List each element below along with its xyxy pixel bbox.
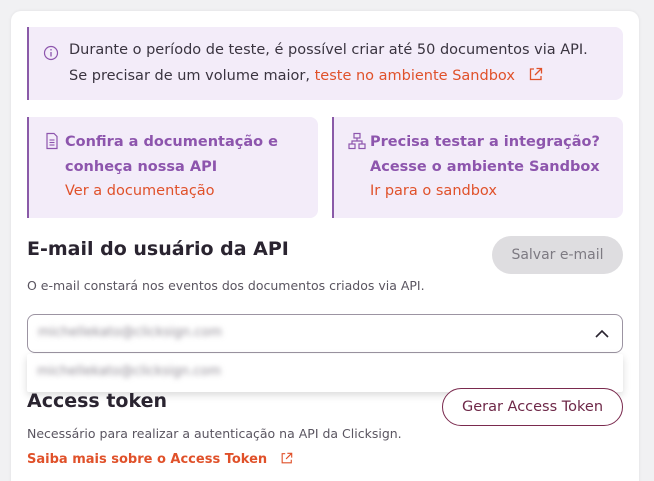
alert-text-line1: Durante o período de teste, é possível c… — [69, 42, 588, 58]
save-email-button[interactable]: Salvar e-mail — [492, 236, 623, 274]
chevron-up-icon[interactable] — [594, 326, 610, 342]
hierarchy-icon — [348, 132, 366, 150]
sandbox-tile: Precisa testar a integração? Acesse o am… — [332, 117, 623, 218]
learn-more-access-token-link[interactable]: Saiba mais sobre o Access Token — [27, 452, 267, 467]
documentation-tile-title: Confira a documentação e conheça nossa A… — [65, 134, 278, 175]
alert-text-line2: Se precisar de um volume maior, teste no… — [69, 67, 543, 84]
api-user-email-description: O e-mail constará nos eventos dos docume… — [27, 278, 425, 293]
access-token-title: Access token — [27, 390, 168, 412]
go-to-sandbox-link[interactable]: Ir para o sandbox — [370, 183, 497, 199]
external-link-icon[interactable] — [280, 452, 293, 465]
alert-text-prefix: Se precisar de um volume maior, — [69, 68, 310, 84]
email-dropdown-list: michellekato@clicksign.com — [27, 354, 623, 392]
access-token-description: Necessário para realizar a autenticação … — [27, 426, 402, 441]
email-option[interactable]: michellekato@clicksign.com — [37, 364, 221, 379]
documentation-tile: Confira a documentação e conheça nossa A… — [27, 117, 318, 218]
sandbox-tile-title: Precisa testar a integração? Acesse o am… — [370, 134, 600, 175]
sandbox-test-link[interactable]: teste no ambiente Sandbox — [315, 68, 515, 84]
document-icon — [46, 132, 58, 150]
api-user-email-title: E-mail do usuário da API — [27, 238, 289, 260]
view-documentation-link[interactable]: Ver a documentação — [65, 183, 215, 199]
external-link-icon[interactable] — [528, 67, 543, 82]
api-user-email-select[interactable]: michellekato@clicksign.com — [27, 314, 623, 353]
info-icon — [43, 45, 59, 61]
access-token-learn-more: Saiba mais sobre o Access Token — [27, 452, 293, 467]
selected-email-value: michellekato@clicksign.com — [38, 325, 223, 340]
generate-access-token-button[interactable]: Gerar Access Token — [442, 388, 623, 426]
trial-info-alert: Durante o período de teste, é possível c… — [27, 27, 623, 100]
